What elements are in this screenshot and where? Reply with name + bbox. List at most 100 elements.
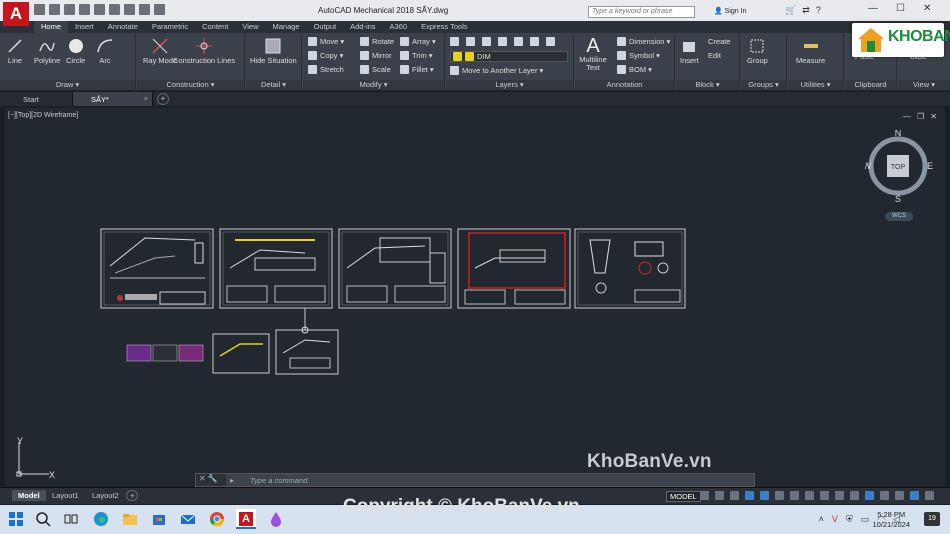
ortho-icon[interactable] bbox=[730, 491, 739, 500]
view-panel-title[interactable]: View ▾ bbox=[898, 80, 950, 90]
move-button[interactable]: Move ▾ bbox=[320, 37, 360, 46]
insert-tool[interactable]: Insert bbox=[680, 37, 699, 65]
new-tab-button[interactable]: + bbox=[157, 93, 169, 105]
ribbon-tab-a360[interactable]: A360 bbox=[383, 21, 415, 33]
array-button[interactable]: Array ▾ bbox=[412, 37, 436, 46]
sign-in-button[interactable]: 👤 Sign In bbox=[714, 7, 746, 15]
circle-tool[interactable]: Circle bbox=[66, 37, 85, 65]
transparency-icon[interactable] bbox=[790, 491, 799, 500]
groups-panel-title[interactable]: Groups ▾ bbox=[741, 80, 786, 90]
model-space-toggle[interactable]: MODEL bbox=[666, 491, 701, 502]
search-input[interactable]: Type a keyword or phrase bbox=[588, 6, 695, 18]
application-menu-button[interactable]: A bbox=[3, 2, 29, 26]
hide-situation-tool[interactable]: Hide Situation bbox=[250, 37, 297, 65]
cart-icon[interactable]: 🛒 bbox=[785, 5, 796, 16]
isolate-objects-icon[interactable] bbox=[880, 491, 889, 500]
arc-tool[interactable]: Arc bbox=[96, 37, 114, 65]
tray-app-icon[interactable]: V bbox=[832, 514, 838, 525]
tab-layout1[interactable]: Layout1 bbox=[46, 490, 85, 501]
wcs-menu[interactable]: WCS bbox=[885, 212, 913, 221]
annotation-panel-title[interactable]: Annotation bbox=[575, 80, 674, 90]
chrome-icon[interactable] bbox=[209, 511, 225, 527]
symbol-button[interactable]: Symbol ▾ bbox=[617, 51, 660, 60]
layer-lock-icon[interactable] bbox=[530, 37, 539, 46]
tray-security-icon[interactable]: ⛨ bbox=[846, 514, 853, 525]
construction-panel-title[interactable]: Construction ▾ bbox=[137, 80, 244, 90]
stretch-button[interactable]: Stretch bbox=[320, 65, 360, 74]
line-tool[interactable]: Line bbox=[6, 37, 24, 65]
undo-icon[interactable] bbox=[109, 4, 120, 15]
close-icon[interactable]: ✕ bbox=[923, 3, 931, 14]
layers-panel-title[interactable]: Layers ▾ bbox=[446, 80, 573, 90]
paint-icon[interactable] bbox=[268, 511, 284, 527]
layer-properties-icon[interactable] bbox=[450, 37, 459, 46]
clean-screen-icon[interactable] bbox=[910, 491, 919, 500]
layer-match-icon[interactable] bbox=[546, 37, 555, 46]
dimension-button[interactable]: Dimension ▾ bbox=[617, 37, 670, 46]
tab-say-drawing[interactable]: SẤY* × bbox=[73, 92, 153, 106]
ribbon-tab-parametric[interactable]: Parametric bbox=[145, 21, 195, 33]
create-block-button[interactable]: Create bbox=[708, 37, 731, 46]
ribbon-tab-annotate[interactable]: Annotate bbox=[101, 21, 145, 33]
drawing-canvas[interactable]: [−][Top][2D Wireframe] — ❐ ✕ KhoBanVe.vn… bbox=[5, 108, 945, 486]
osnap-icon[interactable] bbox=[760, 491, 769, 500]
redo-icon[interactable] bbox=[124, 4, 135, 15]
ribbon-tab-manage[interactable]: Manage bbox=[265, 21, 306, 33]
utilities-panel-title[interactable]: Utilities ▾ bbox=[788, 80, 843, 90]
edit-block-button[interactable]: Edit bbox=[708, 51, 721, 60]
command-recent-icon[interactable]: ▸ bbox=[230, 476, 234, 485]
tab-model[interactable]: Model bbox=[12, 490, 46, 501]
lineweight-icon[interactable] bbox=[775, 491, 784, 500]
tray-display-icon[interactable]: ▭ bbox=[861, 514, 870, 525]
measure-tool[interactable]: Measure bbox=[796, 37, 825, 65]
help-icon[interactable]: ? bbox=[816, 5, 821, 16]
layer-state-icon[interactable] bbox=[466, 37, 475, 46]
fillet-button[interactable]: Fillet ▾ bbox=[412, 65, 434, 74]
tray-expand-icon[interactable]: ˄ bbox=[819, 514, 824, 525]
quick-properties-icon[interactable] bbox=[865, 491, 874, 500]
file-explorer-icon[interactable] bbox=[122, 511, 138, 527]
plot-icon[interactable] bbox=[139, 4, 150, 15]
tab-layout2[interactable]: Layout2 bbox=[86, 490, 125, 501]
selection-cycling-icon[interactable] bbox=[805, 491, 814, 500]
grid-icon[interactable] bbox=[700, 491, 709, 500]
ribbon-tab-view[interactable]: View bbox=[235, 21, 265, 33]
layer-off-icon[interactable] bbox=[498, 37, 507, 46]
open-file-icon[interactable] bbox=[49, 4, 60, 15]
exchange-icon[interactable]: ⇄ bbox=[802, 5, 810, 16]
bom-button[interactable]: BOM ▾ bbox=[617, 65, 652, 74]
layer-isolate-icon[interactable] bbox=[482, 37, 491, 46]
close-tab-icon[interactable]: × bbox=[144, 94, 148, 103]
snap-icon[interactable] bbox=[715, 491, 724, 500]
construction-lines-tool[interactable]: Construction Lines bbox=[173, 37, 235, 65]
layer-freeze-icon[interactable] bbox=[514, 37, 523, 46]
taskbar-clock[interactable]: 5:28 PM 10/21/2024 bbox=[872, 510, 910, 530]
save-icon[interactable] bbox=[64, 4, 75, 15]
ribbon-tab-express-tools[interactable]: Express Tools bbox=[414, 21, 475, 33]
notification-badge[interactable]: 19 bbox=[924, 512, 940, 526]
clipboard-panel-title[interactable]: Clipboard bbox=[845, 80, 896, 90]
new-file-icon[interactable] bbox=[34, 4, 45, 15]
command-line-controls[interactable]: ✕ 🔧 bbox=[196, 474, 226, 486]
viewcube[interactable]: TOP N S E W bbox=[865, 130, 935, 220]
ribbon-tab-output[interactable]: Output bbox=[307, 21, 344, 33]
ribbon-tab-add-ins[interactable]: Add-ins bbox=[343, 21, 382, 33]
detail-panel-title[interactable]: Detail ▾ bbox=[246, 80, 301, 90]
annotation-scale-icon[interactable] bbox=[820, 491, 829, 500]
group-tool[interactable]: Group bbox=[747, 37, 768, 65]
polar-icon[interactable] bbox=[745, 491, 754, 500]
tab-start[interactable]: Start bbox=[5, 92, 73, 106]
rotate-button[interactable]: Rotate bbox=[372, 37, 400, 46]
mail-icon[interactable] bbox=[180, 511, 196, 527]
polyline-tool[interactable]: Polyline bbox=[34, 37, 60, 65]
move-to-layer-button[interactable]: Move to Another Layer ▾ bbox=[450, 66, 543, 75]
search-icon[interactable] bbox=[35, 511, 51, 527]
autocad-taskbar-button[interactable]: A bbox=[236, 509, 256, 529]
draw-panel-title[interactable]: Draw ▾ bbox=[0, 80, 135, 90]
maximize-icon[interactable]: ☐ bbox=[896, 3, 905, 14]
units-icon[interactable] bbox=[850, 491, 859, 500]
block-panel-title[interactable]: Block ▾ bbox=[676, 80, 739, 90]
multiline-text-tool[interactable]: A Multiline Text bbox=[577, 36, 609, 72]
mirror-button[interactable]: Mirror bbox=[372, 51, 400, 60]
print-icon[interactable] bbox=[94, 4, 105, 15]
